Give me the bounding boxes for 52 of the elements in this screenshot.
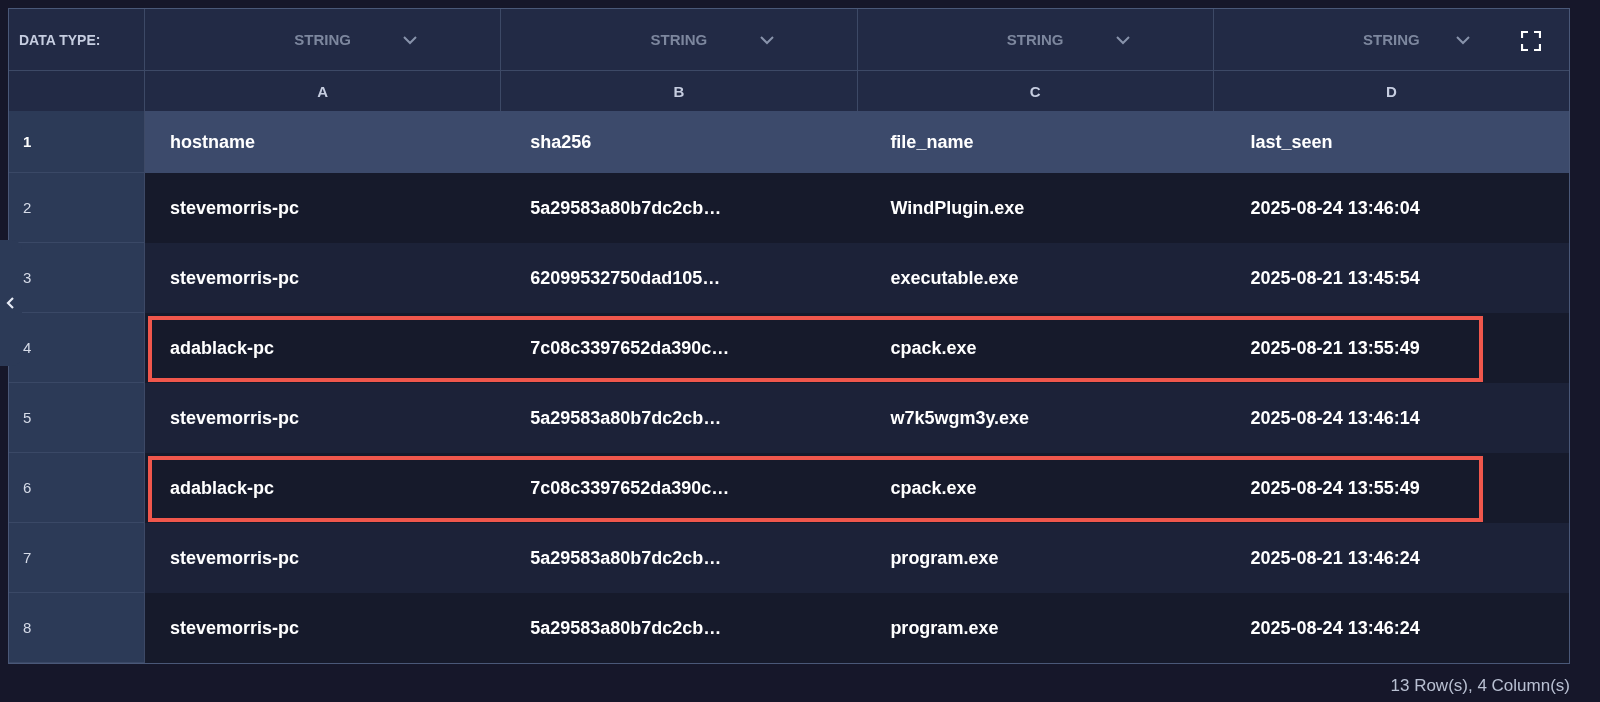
table-cell-text: program.exe [889,616,1000,640]
data-type-label: DATA TYPE: [19,31,101,48]
row-number: 6 [9,453,145,523]
table-cell-text: file_name [889,130,975,154]
table-cell-text: 2025-08-24 13:46:14 [1249,406,1421,430]
row-number: 7 [9,523,145,593]
table-cell-text: stevemorris-pc [169,266,301,290]
chevron-left-icon [5,295,17,311]
type-dropdown[interactable]: STRING [145,9,502,70]
table-cell-text: 2025-08-21 13:45:54 [1249,266,1421,290]
row-number: 4 [9,313,145,383]
table-cell-text: 5a29583a80b7dc2cb… [529,616,723,640]
chevron-down-icon [1455,35,1471,45]
table-cell-text: executable.exe [889,266,1020,290]
table-cell-text: stevemorris-pc [169,406,301,430]
table-cell-text: 7c08c3397652da390c… [529,476,731,500]
table-cell-text: adablack-pc [169,476,276,500]
table-cell-text: WindPlugin.exe [889,196,1026,220]
table-cell-text: 2025-08-21 13:55:49 [1249,336,1421,360]
table-cell-text: stevemorris-pc [169,546,301,570]
table-cell-text: sha256 [529,130,593,154]
table-cell-text: stevemorris-pc [169,616,301,640]
chevron-down-icon [402,35,419,45]
row-number: 1 [9,111,145,173]
chevron-down-icon [758,35,775,45]
table-cell-text: program.exe [889,546,1000,570]
row-number: 5 [9,383,145,453]
table-cell-text: 5a29583a80b7dc2cb… [529,196,723,220]
table-cell-text: cpack.exe [889,476,978,500]
table-cell-text: 5a29583a80b7dc2cb… [529,406,723,430]
row-number: 8 [9,593,145,663]
table-cell-text: hostname [169,130,257,154]
row-column-count: 13 Row(s), 4 Column(s) [1390,676,1570,696]
table-cell-text: w7k5wgm3y.exe [889,406,1031,430]
table-cell-text: 2025-08-24 13:46:04 [1249,196,1421,220]
fullscreen-icon[interactable] [1521,31,1541,51]
column-header[interactable]: D [1213,71,1569,111]
table-cell-text: 2025-08-24 13:46:24 [1249,616,1421,640]
table-cell-text: last_seen [1249,130,1334,154]
type-dropdown[interactable]: STRING [857,9,1214,70]
table-cell-text: 7c08c3397652da390c… [529,336,731,360]
table-cell-text: 2025-08-24 13:55:49 [1249,476,1421,500]
table-cell-text: 62099532750dad105… [529,266,722,290]
table-cell-text: 2025-08-21 13:46:24 [1249,546,1421,570]
table-cell-text: 5a29583a80b7dc2cb… [529,546,723,570]
row-number: 2 [9,173,145,243]
chevron-down-icon [1114,35,1131,45]
table-cell-text: stevemorris-pc [169,196,301,220]
type-dropdown[interactable]: STRING [501,9,858,70]
type-dropdown[interactable]: STRING [1213,9,1569,70]
table-cell-text: adablack-pc [169,336,276,360]
table-cell-text: cpack.exe [889,336,978,360]
